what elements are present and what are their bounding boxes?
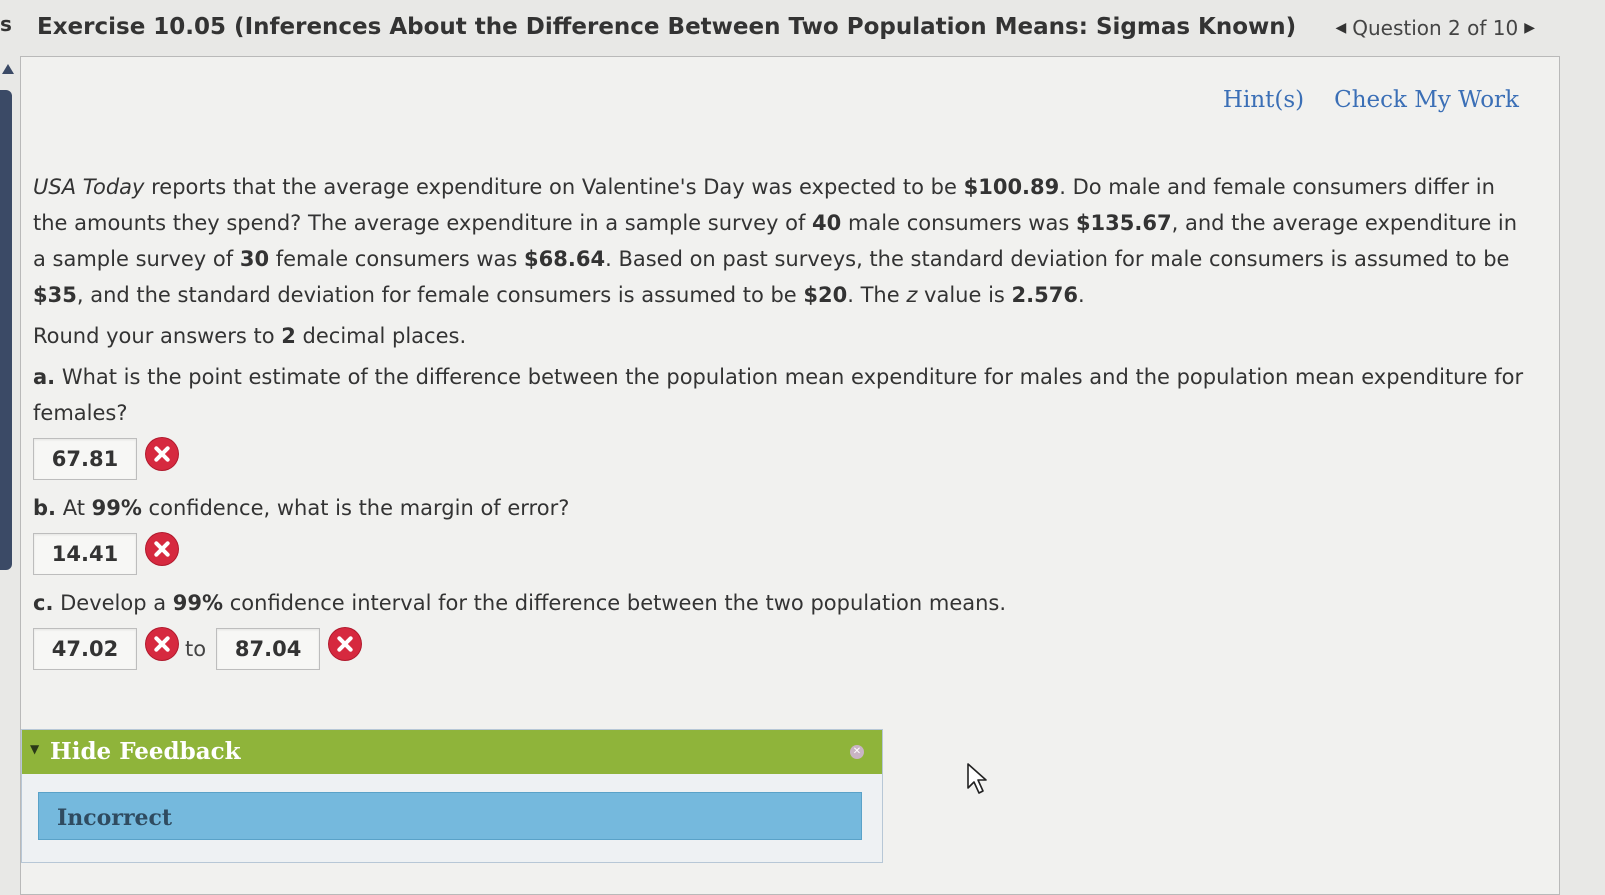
answer-c-upper-input[interactable]: 87.04 bbox=[216, 628, 321, 670]
collapse-triangle-icon[interactable]: ▼ bbox=[30, 742, 39, 756]
question-b: b. At 99% confidence, what is the margin… bbox=[33, 496, 570, 520]
source-name: USA Today bbox=[33, 175, 145, 199]
feedback-panel: ▼ Hide Feedback ✕ Incorrect bbox=[21, 729, 883, 863]
answer-c-lower-input[interactable]: 47.02 bbox=[33, 628, 137, 670]
rounding-instructions: Round your answers to 2 decimal places. bbox=[33, 324, 467, 348]
top-bar: s Exercise 10.05 (Inferences About the D… bbox=[0, 0, 1605, 58]
question-content: USA Today reports that the average expen… bbox=[33, 169, 1533, 680]
hide-feedback-toggle[interactable]: Hide Feedback bbox=[50, 738, 241, 765]
question-a: a. What is the point estimate of the dif… bbox=[33, 365, 1524, 425]
feedback-header[interactable]: ▼ Hide Feedback ✕ bbox=[22, 730, 882, 774]
exercise-title: Exercise 10.05 (Inferences About the Dif… bbox=[37, 14, 1297, 40]
edge-char: s bbox=[0, 12, 12, 36]
problem-statement: USA Today reports that the average expen… bbox=[33, 175, 1518, 307]
answer-row-a: 67.81 bbox=[33, 436, 1533, 482]
close-icon[interactable]: ✕ bbox=[850, 745, 864, 759]
answer-a-input[interactable]: 67.81 bbox=[33, 438, 137, 480]
hints-link[interactable]: Hint(s) bbox=[1223, 87, 1304, 113]
question-nav: ◀ Question 2 of 10 ▶ bbox=[1335, 16, 1535, 40]
action-links: Hint(s) Check My Work bbox=[1223, 87, 1519, 113]
incorrect-icon bbox=[146, 628, 178, 660]
prev-question-icon[interactable]: ◀ bbox=[1335, 20, 1346, 36]
answer-row-b: 14.41 bbox=[33, 531, 1533, 577]
question-c: c. Develop a 99% confidence interval for… bbox=[33, 591, 1007, 615]
question-panel: Hint(s) Check My Work USA Today reports … bbox=[20, 56, 1560, 895]
feedback-result: Incorrect bbox=[38, 792, 862, 840]
incorrect-icon bbox=[329, 628, 362, 660]
incorrect-icon bbox=[146, 438, 178, 470]
collapse-arrow-icon[interactable] bbox=[2, 64, 14, 74]
check-my-work-link[interactable]: Check My Work bbox=[1334, 87, 1519, 113]
feedback-status: Incorrect bbox=[57, 805, 173, 831]
question-counter: Question 2 of 10 bbox=[1352, 16, 1519, 40]
answer-b-input[interactable]: 14.41 bbox=[33, 533, 137, 575]
interval-to-label: to bbox=[185, 637, 207, 661]
mouse-pointer-icon bbox=[967, 763, 987, 794]
side-panel-handle[interactable] bbox=[0, 90, 12, 570]
answer-row-c: 47.02 to 87.04 bbox=[33, 626, 1533, 672]
incorrect-icon bbox=[146, 533, 178, 565]
next-question-icon[interactable]: ▶ bbox=[1524, 20, 1535, 36]
